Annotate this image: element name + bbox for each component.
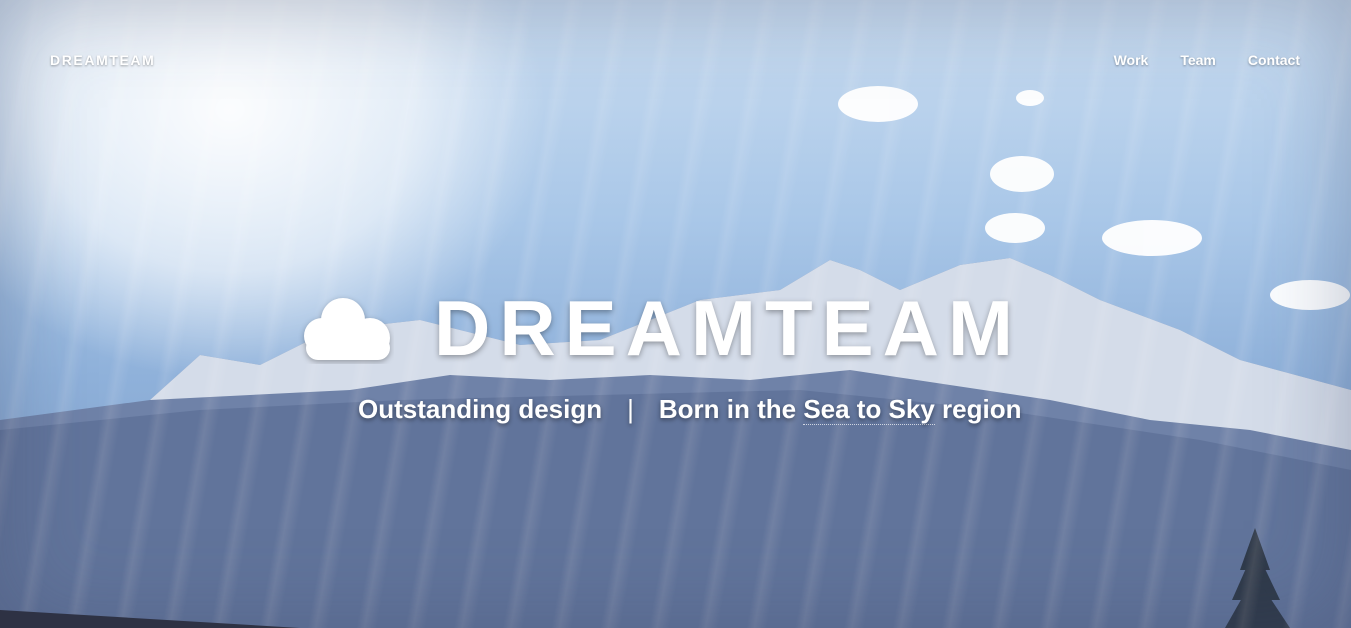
tagline-separator: | [627,394,634,424]
nav-link-contact[interactable]: Contact [1248,52,1300,68]
bottom-edge-strip [0,610,300,628]
nav-logo[interactable]: DREAMTEAM [50,52,155,68]
main-nav: Work Team Contact [1114,52,1300,68]
nav-link-work[interactable]: Work [1114,52,1149,68]
tagline-right-prefix: Born in the [658,394,804,424]
sea-to-sky-link[interactable]: Sea to Sky [803,394,935,425]
hero-title: DREAMTEAM [434,284,1022,372]
tagline-right-suffix: region [934,394,1022,424]
tagline-right: Born in the Sea to Sky region [659,394,1022,425]
nav-link-team[interactable]: Team [1180,52,1216,68]
cloud-icon [304,298,390,360]
hero-tagline: Outstanding design | Born in the Sea to … [358,394,1022,425]
tagline-left: Outstanding design [358,394,603,424]
hero-title-group: DREAMTEAM [298,288,1022,368]
